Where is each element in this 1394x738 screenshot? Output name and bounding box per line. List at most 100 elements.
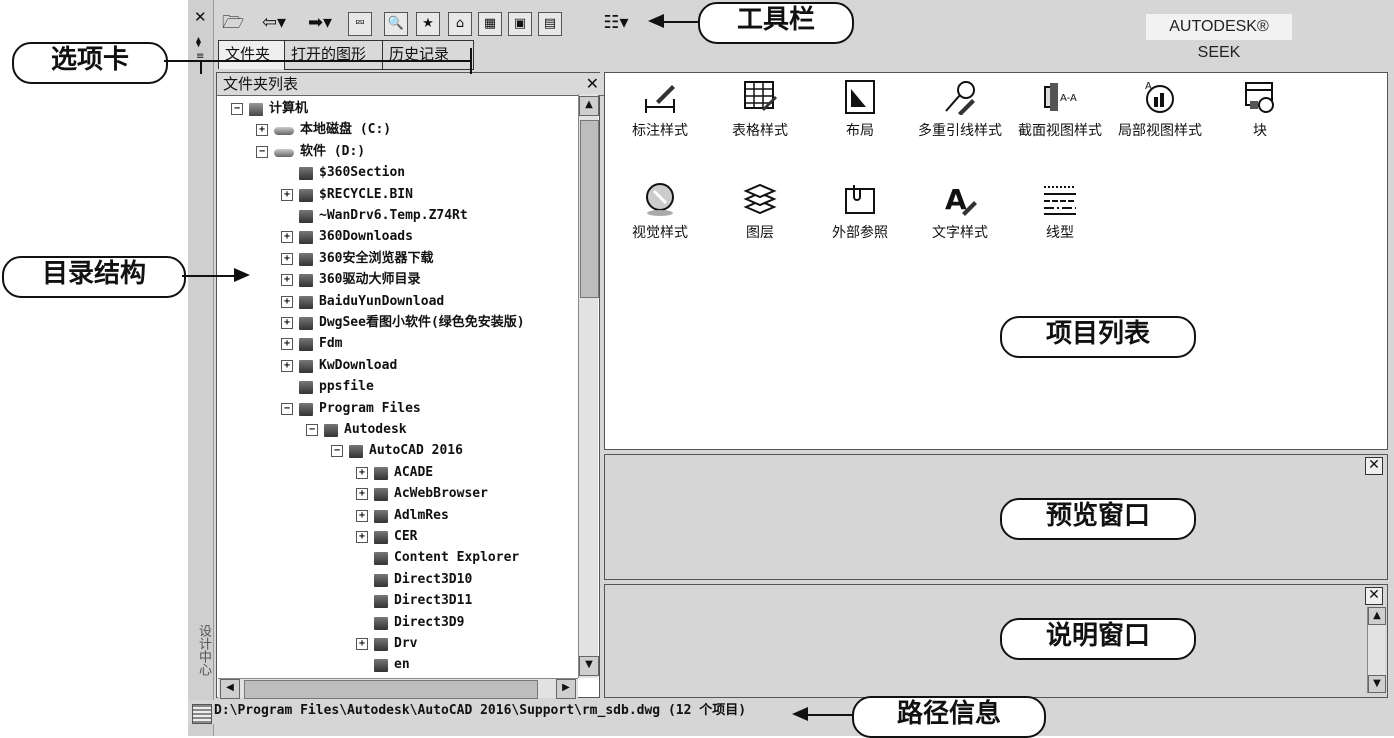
preview-close-icon[interactable]: ✕ [1365,457,1383,475]
tree-row-label: Content Explorer [394,550,520,566]
callout-toolbar-arrow [660,21,700,23]
layers-icon [742,181,778,217]
collapse-icon[interactable]: − [231,103,243,115]
tree-row-label: 360安全浏览器下载 [319,250,434,266]
expand-icon[interactable]: + [281,359,293,372]
tree-row-label: 计算机 [269,101,309,116]
expand-icon[interactable]: + [281,317,293,329]
expand-icon[interactable]: + [281,252,293,265]
forward-icon[interactable]: ➡▾ [302,12,338,34]
drive-icon [274,127,294,136]
open-folder-icon[interactable]: 🗁 [222,12,244,34]
content-item[interactable]: 视觉样式 [615,181,705,277]
detail-view-style-icon: A [1142,79,1178,115]
expand-icon[interactable]: + [356,638,368,650]
desc-scroll-down-icon[interactable]: ▼ [1368,675,1386,693]
svg-text:A: A [945,183,967,216]
folder-icon [349,445,363,459]
folder-icon [374,552,388,566]
scroll-thumb[interactable] [580,120,599,298]
scroll-left-icon[interactable]: ◀ [220,679,240,699]
expand-icon[interactable]: + [281,231,293,244]
content-item[interactable]: 块 [1215,79,1305,175]
back-icon[interactable]: ⇦▾ [256,12,292,34]
content-item[interactable]: A 局部视图样式 [1115,79,1205,175]
drive-icon [274,148,294,157]
tree-row-label: $360Section [319,165,406,181]
folder-tree-title: 文件夹列表 [223,75,299,93]
item-list-panel: 标注样式 表格样式 布局 多重引线样式 A-A 截面视图样式 A 局部视图样式 块视觉样式 图层 外… [604,72,1388,450]
tree-row-label: ~WanDrv6.Temp.Z74Rt [319,208,468,223]
tree-row-label: $RECYCLE.BIN [319,186,413,202]
expand-icon[interactable]: + [356,509,368,522]
content-item[interactable]: 多重引线样式 [915,79,1005,175]
views-icon[interactable]: ☷▾ [598,12,634,34]
collapse-icon[interactable]: − [281,402,293,415]
expand-icon[interactable]: + [356,488,368,501]
tree-row-label: AdlmRes [394,507,449,523]
scroll-right-icon[interactable]: ▶ [556,679,576,699]
folder-icon [299,295,313,309]
callout-tabs-bracket [200,60,472,74]
folder-tree-close-icon[interactable]: ✕ [586,75,599,93]
expand-icon[interactable]: + [356,466,368,479]
content-item[interactable]: 标注样式 [615,79,705,175]
dimension-style-icon [642,79,678,115]
up-icon[interactable]: ⮹ [348,12,372,36]
tree-row-label: 本地磁盘 (C:) [300,122,392,138]
table-style-icon [742,79,778,115]
folder-icon [374,659,388,673]
expand-icon[interactable]: + [356,531,368,543]
folder-icon [374,488,388,502]
palette-title: 设计中心 [196,624,211,676]
description-pane: ✕ ▲ ▼ [604,584,1388,698]
home-icon[interactable]: ⌂ [448,12,472,36]
tree-row-label: Direct3D11 [394,593,473,609]
callout-toolbar-arrowhead [648,14,664,28]
content-item-label: 截面视图样式 [1018,123,1102,139]
visual-style-icon [642,181,678,217]
collapse-icon[interactable]: − [306,424,318,436]
collapse-icon[interactable]: − [331,445,343,458]
content-item[interactable]: 图层 [715,181,805,277]
desc-scroll-up-icon[interactable]: ▲ [1368,607,1386,625]
preview-toggle-icon[interactable]: ▣ [508,12,532,36]
content-item-label: 线型 [1046,225,1074,241]
content-item[interactable]: A 文字样式 [915,181,1005,277]
folder-tree-horizontal-scrollbar[interactable]: ◀ ▶ [218,678,578,699]
description-close-icon[interactable]: ✕ [1365,587,1383,605]
expand-icon[interactable]: + [281,338,293,351]
folder-tree-vertical-scrollbar[interactable]: ▲ ▼ [578,94,599,678]
description-scrollbar[interactable]: ▲ ▼ [1367,607,1386,693]
favorites-icon[interactable]: ★ [416,12,440,36]
section-view-style-icon: A-A [1042,79,1078,115]
folder-icon [299,167,313,181]
tree-row-label: Program Files [319,400,421,416]
expand-icon[interactable]: + [281,295,293,308]
content-item[interactable]: 外部参照 [815,181,905,277]
description-toggle-icon[interactable]: ▤ [538,12,562,36]
content-item-label: 标注样式 [632,123,688,139]
callout-path-arrow [806,714,852,716]
content-item[interactable]: 表格样式 [715,79,805,175]
scroll-h-thumb[interactable] [244,680,538,699]
content-item[interactable]: 线型 [1015,181,1105,277]
autodesk-seek-link[interactable]: AUTODESK® SEEK [1146,14,1292,61]
content-item[interactable]: 布局 [815,79,905,175]
expand-icon[interactable]: + [281,274,293,287]
search-icon[interactable]: 🔍 [384,12,408,36]
callout-tabs: 选项卡 [12,42,168,84]
folder-icon [299,252,313,266]
callout-toolbar: 工具栏 [698,2,854,44]
content-item[interactable]: A-A 截面视图样式 [1015,79,1105,175]
tree-toggle-icon[interactable]: ▦ [478,12,502,36]
scroll-up-icon[interactable]: ▲ [579,96,599,116]
expand-icon[interactable]: + [281,188,293,201]
folder-icon [299,210,313,223]
expand-icon[interactable]: + [256,124,268,137]
callout-path: 路径信息 [852,696,1046,738]
palette-close-icon[interactable]: ✕ [194,8,207,26]
content-item-label: 图层 [746,225,774,241]
collapse-icon[interactable]: − [256,145,268,158]
scroll-down-icon[interactable]: ▼ [579,656,599,676]
